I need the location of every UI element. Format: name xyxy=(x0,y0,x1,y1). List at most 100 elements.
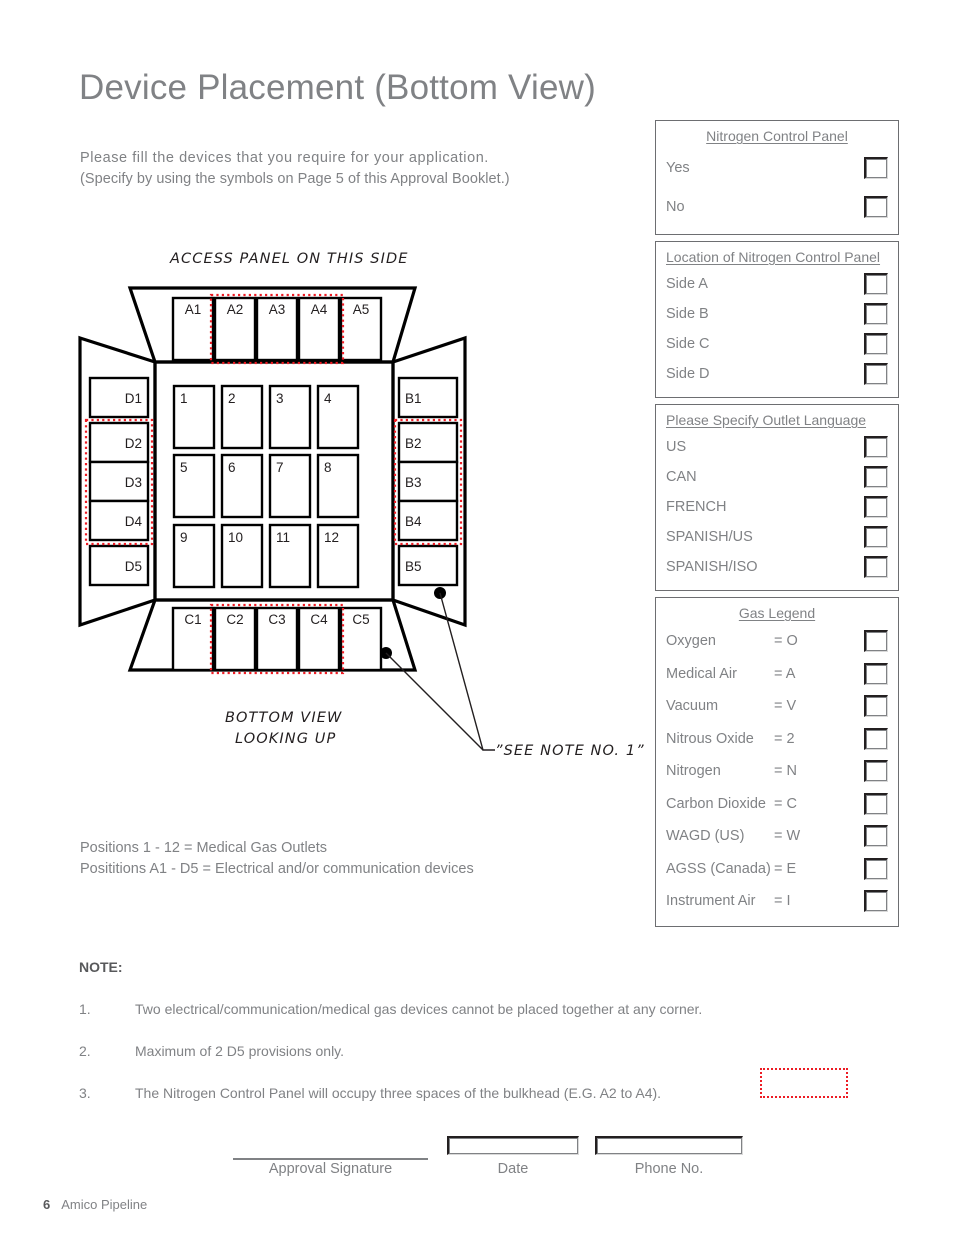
panel-title-language: Please Specify Outlet Language xyxy=(666,412,867,428)
outlet-grid: 1 2 3 4 5 6 7 8 9 10 11 12 xyxy=(172,384,360,589)
cell-d2[interactable]: D2 xyxy=(88,421,150,464)
checkbox-side-c[interactable] xyxy=(864,333,888,355)
cell-c3[interactable]: C3 xyxy=(255,606,299,672)
gas-symbol: = C xyxy=(774,795,797,812)
gas-label: Vacuum xyxy=(666,698,719,715)
panel-outlet-language: Please Specify Outlet Language US CAN FR… xyxy=(655,404,899,591)
option-row-us: US xyxy=(666,432,888,462)
option-row-side-c: Side C xyxy=(666,329,888,359)
cell-label: B2 xyxy=(405,436,422,451)
cell-c5[interactable]: C5 xyxy=(339,606,383,672)
cell-d1[interactable]: D1 xyxy=(88,376,150,419)
cells-side-a: A1 A2 A3 A4 A5 xyxy=(171,296,383,362)
cell-d3[interactable]: D3 xyxy=(88,460,150,503)
phone-field[interactable] xyxy=(595,1136,743,1155)
option-row-nitrogen-no: No xyxy=(666,187,888,226)
cell-a2[interactable]: A2 xyxy=(213,296,257,362)
option-row-spanish-iso: SPANISH/ISO xyxy=(666,552,888,582)
intro-text: Please fill the devices that you require… xyxy=(80,148,510,190)
gas-label: Nitrogen xyxy=(666,763,721,780)
outlet-6[interactable]: 6 xyxy=(220,453,264,519)
cell-label: C1 xyxy=(184,612,201,627)
checkbox-nitrogen-yes[interactable] xyxy=(864,156,888,179)
note-item-3: 3. The Nitrogen Control Panel will occupy… xyxy=(79,1085,661,1101)
checkbox-gas-wagd-us[interactable] xyxy=(864,825,888,848)
option-row-vacuum: Vacuum = V xyxy=(666,690,888,723)
outlet-label: 4 xyxy=(324,391,332,406)
option-row-agss-canada: AGSS (Canada) = E xyxy=(666,853,888,886)
outlet-label: 3 xyxy=(276,391,284,406)
cell-b1[interactable]: B1 xyxy=(397,376,459,419)
cell-label: D1 xyxy=(125,391,142,406)
checkbox-language-french[interactable] xyxy=(864,496,888,518)
panel-title-location: Location of Nitrogen Control Panel xyxy=(666,249,881,265)
cell-c4[interactable]: C4 xyxy=(297,606,341,672)
checkbox-gas-carbon-dioxide[interactable] xyxy=(864,792,888,815)
cell-label: B3 xyxy=(405,475,422,490)
checkbox-language-us[interactable] xyxy=(864,436,888,458)
checkbox-gas-agss-canada[interactable] xyxy=(864,857,888,880)
option-row-french: FRENCH xyxy=(666,492,888,522)
cell-b3[interactable]: B3 xyxy=(397,460,459,503)
cell-a3[interactable]: A3 xyxy=(255,296,299,362)
outlet-9[interactable]: 9 xyxy=(172,523,216,589)
date-field[interactable] xyxy=(447,1136,579,1155)
checkbox-gas-nitrous-oxide[interactable] xyxy=(864,727,888,750)
outlet-2[interactable]: 2 xyxy=(220,384,264,450)
selection-panels: Nitrogen Control Panel Yes No Location o… xyxy=(655,120,899,933)
approval-signature-line[interactable] xyxy=(233,1158,428,1160)
checkbox-side-b[interactable] xyxy=(864,303,888,325)
option-label: CAN xyxy=(666,469,697,485)
option-label: Side D xyxy=(666,366,710,382)
gas-label: AGSS (Canada) xyxy=(666,860,771,877)
cell-label: B5 xyxy=(405,559,422,574)
cell-a1[interactable]: A1 xyxy=(171,296,215,362)
checkbox-gas-vacuum[interactable] xyxy=(864,695,888,718)
cell-c2[interactable]: C2 xyxy=(213,606,257,672)
cell-label: C2 xyxy=(226,612,243,627)
outlet-8[interactable]: 8 xyxy=(316,453,360,519)
checkbox-language-can[interactable] xyxy=(864,466,888,488)
note-item-2: 2. Maximum of 2 D5 provisions only. xyxy=(79,1043,344,1059)
cell-label: A5 xyxy=(353,302,370,317)
cell-a5[interactable]: A5 xyxy=(339,296,383,362)
note-text: The Nitrogen Control Panel will occupy t… xyxy=(135,1085,662,1101)
outlet-10[interactable]: 10 xyxy=(220,523,264,589)
option-row-can: CAN xyxy=(666,462,888,492)
nitrogen-panel-swatch xyxy=(760,1068,848,1098)
cell-b5[interactable]: B5 xyxy=(397,544,459,587)
intro-line-2: (Specify by using the symbols on Page 5 … xyxy=(80,171,510,187)
checkbox-gas-oxygen[interactable] xyxy=(864,630,888,653)
outlet-5[interactable]: 5 xyxy=(172,453,216,519)
cell-label: D4 xyxy=(125,514,143,529)
checkbox-gas-medical-air[interactable] xyxy=(864,662,888,685)
cell-c1[interactable]: C1 xyxy=(171,606,215,672)
checkbox-language-spanish-us[interactable] xyxy=(864,526,888,548)
checkbox-nitrogen-no[interactable] xyxy=(864,195,888,218)
gas-symbol: = W xyxy=(774,828,801,845)
checkbox-language-spanish-iso[interactable] xyxy=(864,556,888,578)
outlet-11[interactable]: 11 xyxy=(268,523,312,589)
checkbox-gas-instrument-air[interactable] xyxy=(864,890,888,913)
option-label: US xyxy=(666,439,687,455)
cell-d5[interactable]: D5 xyxy=(88,544,150,587)
checkbox-side-a[interactable] xyxy=(864,273,888,295)
approval-signature-label: Approval Signature xyxy=(268,1161,393,1177)
checkbox-gas-nitrogen[interactable] xyxy=(864,760,888,783)
outlet-3[interactable]: 3 xyxy=(268,384,312,450)
option-label: SPANISH/US xyxy=(666,529,753,545)
outlet-1[interactable]: 1 xyxy=(172,384,216,450)
cell-d4[interactable]: D4 xyxy=(88,499,150,542)
outlet-12[interactable]: 12 xyxy=(316,523,360,589)
outlet-label: 9 xyxy=(180,530,188,545)
cell-b4[interactable]: B4 xyxy=(397,499,459,542)
gas-symbol: = V xyxy=(774,698,797,715)
checkbox-side-d[interactable] xyxy=(864,363,888,385)
option-row-medical-air: Medical Air = A xyxy=(666,658,888,691)
cell-a4[interactable]: A4 xyxy=(297,296,341,362)
outlet-7[interactable]: 7 xyxy=(268,453,312,519)
cell-b2[interactable]: B2 xyxy=(397,421,459,464)
outlet-4[interactable]: 4 xyxy=(316,384,360,450)
cell-label: D5 xyxy=(125,559,142,574)
cell-label: D2 xyxy=(125,436,142,451)
